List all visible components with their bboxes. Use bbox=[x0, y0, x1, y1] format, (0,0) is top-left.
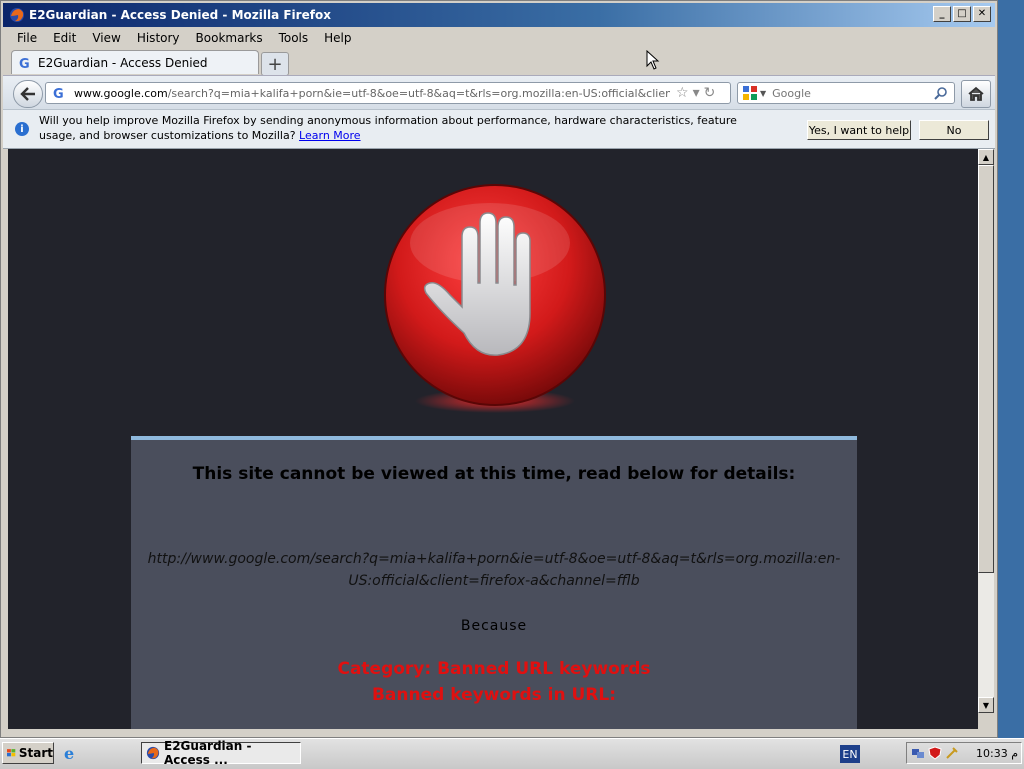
shield-icon[interactable] bbox=[928, 746, 942, 760]
firefox-window: E2Guardian - Access Denied - Mozilla Fir… bbox=[0, 0, 998, 738]
home-icon bbox=[968, 86, 984, 101]
notification-bar: i Will you help improve Mozilla Firefox … bbox=[3, 109, 995, 149]
url-path: /search?q=mia+kalifa+porn&ie=utf-8&oe=ut… bbox=[167, 86, 670, 100]
menu-tools[interactable]: Tools bbox=[271, 31, 317, 45]
google-favicon-icon: G bbox=[53, 87, 64, 100]
learn-more-link[interactable]: Learn More bbox=[299, 129, 361, 142]
back-arrow-icon bbox=[20, 87, 35, 101]
block-reason: Banned keywords in URL: bbox=[371, 685, 617, 705]
scroll-down-arrow-icon[interactable]: ▼ bbox=[978, 697, 994, 713]
denial-headline: This site cannot be viewed at this time,… bbox=[192, 464, 796, 484]
menu-bookmarks[interactable]: Bookmarks bbox=[188, 31, 271, 45]
decline-telemetry-button[interactable]: No bbox=[919, 120, 989, 140]
blocked-url: http://www.google.com/search?q=mia+kalif… bbox=[147, 551, 841, 589]
back-button[interactable] bbox=[13, 80, 43, 108]
taskbar-firefox-item[interactable]: E2Guardian - Access ... bbox=[141, 739, 301, 767]
tab-strip: G E2Guardian - Access Denied + bbox=[3, 48, 995, 76]
notification-message: Will you help improve Mozilla Firefox by… bbox=[39, 113, 769, 143]
home-button[interactable] bbox=[961, 80, 991, 108]
menu-file[interactable]: File bbox=[9, 31, 45, 45]
info-icon: i bbox=[15, 122, 29, 136]
menu-bar: File Edit View History Bookmarks Tools H… bbox=[3, 29, 995, 47]
accept-telemetry-button[interactable]: Yes, I want to help bbox=[807, 120, 911, 140]
clock[interactable]: 10:33 م bbox=[976, 747, 1018, 760]
new-tab-button[interactable]: + bbox=[261, 52, 289, 76]
because-label: Because bbox=[460, 618, 528, 634]
stop-hand-icon bbox=[384, 184, 606, 413]
search-input[interactable] bbox=[770, 85, 935, 101]
window-title: E2Guardian - Access Denied - Mozilla Fir… bbox=[29, 8, 331, 22]
url-bar[interactable]: G www.google.com/search?q=mia+kalifa+por… bbox=[45, 82, 731, 104]
menu-view[interactable]: View bbox=[84, 31, 128, 45]
taskbar: Start e E2Guardian - Access ... EN 10:33… bbox=[0, 738, 1024, 769]
reload-icon[interactable]: ↻ bbox=[704, 85, 716, 101]
denial-panel: This site cannot be viewed at this time,… bbox=[131, 436, 857, 729]
navigation-toolbar: G www.google.com/search?q=mia+kalifa+por… bbox=[3, 75, 995, 110]
engine-dropdown-icon[interactable]: ▼ bbox=[760, 89, 766, 98]
url-text[interactable]: www.google.com/search?q=mia+kalifa+porn&… bbox=[74, 87, 670, 100]
minimize-button[interactable]: _ bbox=[933, 6, 951, 22]
network-icon[interactable] bbox=[911, 746, 925, 760]
firefox-icon bbox=[10, 8, 24, 22]
menu-edit[interactable]: Edit bbox=[45, 31, 84, 45]
google-search-engine-icon[interactable] bbox=[742, 85, 758, 101]
svg-text:e: e bbox=[64, 744, 74, 762]
start-button[interactable]: Start bbox=[2, 742, 54, 764]
svg-text:G: G bbox=[19, 57, 30, 70]
svg-text:G: G bbox=[53, 87, 64, 100]
url-actions: ☆ ▾ ↻ bbox=[676, 85, 715, 101]
dropdown-arrow-icon[interactable]: ▾ bbox=[693, 85, 700, 101]
mouse-cursor-icon bbox=[646, 50, 660, 70]
window-controls: _ □ ✕ bbox=[933, 6, 991, 22]
bookmark-star-icon[interactable]: ☆ bbox=[676, 85, 689, 101]
internet-explorer-icon[interactable]: e bbox=[62, 744, 80, 762]
tools-icon[interactable] bbox=[945, 746, 959, 760]
url-host: www.google.com bbox=[74, 86, 168, 100]
tab-title: E2Guardian - Access Denied bbox=[38, 55, 208, 70]
windows-logo-icon bbox=[7, 749, 16, 757]
scroll-up-arrow-icon[interactable]: ▲ bbox=[978, 149, 994, 165]
vertical-scrollbar[interactable]: ▲ ▼ bbox=[978, 149, 994, 713]
page-content: This site cannot be viewed at this time,… bbox=[8, 149, 978, 729]
notification-text: Will you help improve Mozilla Firefox by… bbox=[39, 114, 737, 142]
language-indicator[interactable]: EN bbox=[840, 745, 860, 763]
menu-help[interactable]: Help bbox=[316, 31, 359, 45]
tab-active[interactable]: G E2Guardian - Access Denied bbox=[11, 50, 259, 74]
menu-history[interactable]: History bbox=[129, 31, 188, 45]
google-favicon-icon: G bbox=[19, 57, 30, 70]
close-button[interactable]: ✕ bbox=[973, 6, 991, 22]
start-label: Start bbox=[18, 746, 53, 760]
maximize-button[interactable]: □ bbox=[953, 6, 971, 22]
search-icon[interactable] bbox=[934, 86, 948, 100]
system-tray: 10:33 م bbox=[906, 742, 1022, 764]
firefox-icon bbox=[146, 746, 160, 760]
search-bar[interactable]: ▼ bbox=[737, 82, 955, 104]
scroll-thumb[interactable] bbox=[978, 165, 994, 573]
block-category: Category: Banned URL keywords bbox=[337, 659, 651, 679]
title-bar[interactable]: E2Guardian - Access Denied - Mozilla Fir… bbox=[3, 3, 995, 27]
taskbar-item-label: E2Guardian - Access ... bbox=[164, 739, 252, 767]
